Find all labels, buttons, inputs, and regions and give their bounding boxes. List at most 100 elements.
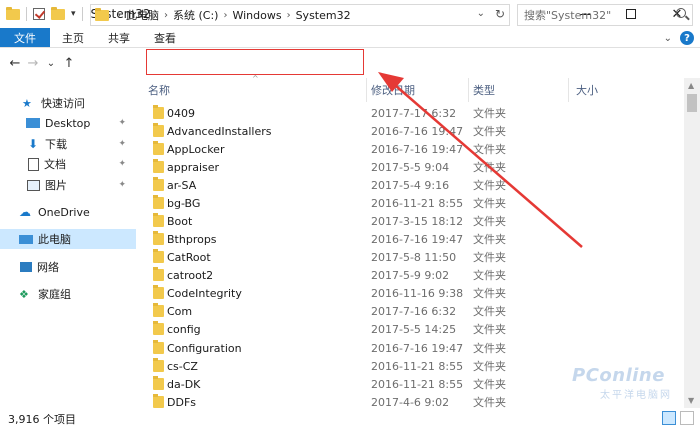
column-header-name[interactable]: 名称	[148, 78, 170, 102]
column-divider[interactable]	[568, 78, 569, 102]
column-header-type[interactable]: 类型	[473, 78, 495, 102]
tab-file[interactable]: 文件	[0, 28, 50, 47]
sidebar-item-downloads[interactable]: ⬇ 下载 ✦	[0, 134, 136, 154]
large-icons-view-button[interactable]	[680, 411, 694, 425]
folder-icon	[153, 267, 164, 281]
sidebar-item-label: Desktop	[45, 116, 91, 130]
table-row[interactable]: Configuration 2016-7-16 19:47 文件夹	[136, 339, 684, 357]
file-name: config	[167, 322, 201, 336]
search-input[interactable]: 搜索"System32"	[517, 4, 693, 26]
cloud-icon: ☁	[19, 205, 31, 219]
file-name: da-DK	[167, 377, 201, 391]
ribbon-tabs: 文件 主页 共享 查看 ⌄ ?	[0, 28, 700, 48]
pin-icon[interactable]: ✦	[118, 139, 126, 149]
network-icon	[20, 262, 32, 272]
breadcrumb-c-drive[interactable]: 系统 (C:)	[168, 7, 223, 23]
view-toggle	[662, 411, 694, 425]
expand-ribbon-icon[interactable]: ⌄	[664, 33, 672, 44]
sidebar-item-quick-access[interactable]: ★ 快速访问	[0, 93, 136, 113]
table-row[interactable]: CatRoot 2017-5-8 11:50 文件夹	[136, 248, 684, 266]
column-header-date[interactable]: 修改日期	[371, 78, 415, 102]
details-view-button[interactable]	[662, 411, 676, 425]
up-button[interactable]: ↑	[60, 56, 78, 71]
annotation-highlight-box	[146, 49, 364, 75]
help-icon[interactable]: ?	[680, 31, 694, 45]
folder-icon	[153, 105, 164, 119]
table-row[interactable]: config 2017-5-5 14:25 文件夹	[136, 320, 684, 338]
file-date: 2016-7-16 19:47	[371, 124, 464, 138]
file-date: 2017-5-8 11:50	[371, 250, 457, 264]
table-row[interactable]: ar-SA 2017-5-4 9:16 文件夹	[136, 176, 684, 194]
file-date: 2017-7-17 6:32	[371, 106, 457, 120]
file-date: 2016-7-16 19:47	[371, 341, 464, 355]
breadcrumb-windows[interactable]: Windows	[227, 9, 286, 22]
sidebar-item-homegroup[interactable]: ❖ 家庭组	[0, 284, 136, 304]
column-divider[interactable]	[468, 78, 469, 102]
address-bar[interactable]: › 此电脑 › 系统 (C:) › Windows › System32 ⌄ ↻	[90, 4, 510, 26]
table-row[interactable]: AdvancedInstallers 2016-7-16 19:47 文件夹	[136, 122, 684, 140]
pin-icon[interactable]: ✦	[118, 159, 126, 169]
file-name: catroot2	[167, 268, 214, 282]
folder-icon	[153, 177, 164, 191]
search-placeholder: 搜索"System32"	[524, 9, 612, 22]
breadcrumb-this-pc[interactable]: 此电脑	[121, 7, 164, 23]
folder-icon	[153, 159, 164, 173]
file-date: 2017-5-9 9:02	[371, 268, 450, 282]
sidebar-item-pictures[interactable]: 图片 ✦	[0, 175, 136, 195]
file-date: 2017-5-5 14:25	[371, 322, 457, 336]
table-row[interactable]: appraiser 2017-5-5 9:04 文件夹	[136, 158, 684, 176]
table-row[interactable]: 0409 2017-7-17 6:32 文件夹	[136, 104, 684, 122]
file-type: 文件夹	[473, 342, 506, 355]
computer-icon	[19, 234, 33, 244]
download-icon: ⬇	[27, 137, 39, 151]
table-row[interactable]: Com 2017-7-16 6:32 文件夹	[136, 302, 684, 320]
recent-locations-button[interactable]: ⌄	[42, 58, 60, 69]
table-row[interactable]: bg-BG 2016-11-21 8:55 文件夹	[136, 194, 684, 212]
address-dropdown-icon[interactable]: ⌄	[477, 8, 485, 19]
table-row[interactable]: CodeIntegrity 2016-11-16 9:38 文件夹	[136, 284, 684, 302]
sidebar-item-onedrive[interactable]: ☁ OneDrive	[0, 202, 136, 222]
scrollbar-thumb[interactable]	[687, 94, 697, 112]
search-icon[interactable]	[676, 8, 686, 18]
forward-button[interactable]: →	[24, 56, 42, 71]
file-type: 文件夹	[473, 323, 506, 336]
sidebar-item-label: 图片	[45, 179, 67, 192]
sidebar-item-documents[interactable]: 文档 ✦	[0, 154, 136, 174]
tab-home[interactable]: 主页	[50, 28, 96, 47]
pin-icon[interactable]: ✦	[118, 180, 126, 190]
scroll-up-icon[interactable]: ▲	[688, 81, 694, 90]
item-count: 3,916 个项目	[8, 412, 76, 426]
file-type: 文件夹	[473, 143, 506, 156]
table-row[interactable]: catroot2 2017-5-9 9:02 文件夹	[136, 266, 684, 284]
new-folder-icon[interactable]	[51, 6, 65, 20]
folder-icon	[153, 376, 164, 390]
folder-icon	[153, 213, 164, 227]
sidebar-item-desktop[interactable]: Desktop ✦	[0, 113, 136, 133]
customize-dropdown-icon[interactable]: ▾	[71, 9, 76, 19]
star-icon: ★	[22, 96, 32, 110]
breadcrumb-system32[interactable]: System32	[291, 9, 356, 22]
tab-share[interactable]: 共享	[96, 28, 142, 47]
sidebar-item-label: OneDrive	[38, 205, 90, 219]
sidebar-item-label: 文档	[44, 158, 66, 171]
desktop-icon	[26, 118, 40, 128]
file-name: 0409	[167, 106, 195, 120]
file-date: 2016-7-16 19:47	[371, 142, 464, 156]
back-button[interactable]: ←	[6, 56, 24, 71]
properties-icon[interactable]	[33, 8, 45, 20]
watermark-subtitle: 太平洋电脑网	[600, 390, 672, 401]
sidebar-item-this-pc[interactable]: 此电脑	[0, 229, 136, 249]
sidebar-item-network[interactable]: 网络	[0, 257, 136, 277]
scroll-down-icon[interactable]: ▼	[688, 396, 694, 405]
column-divider[interactable]	[366, 78, 367, 102]
refresh-icon[interactable]: ↻	[495, 7, 505, 21]
column-header-size[interactable]: 大小	[576, 78, 598, 102]
vertical-scrollbar[interactable]: ▲ ▼	[684, 78, 700, 408]
table-row[interactable]: Bthprops 2016-7-16 19:47 文件夹	[136, 230, 684, 248]
separator	[26, 7, 27, 21]
table-row[interactable]: Boot 2017-3-15 18:12 文件夹	[136, 212, 684, 230]
tab-view[interactable]: 查看	[142, 28, 188, 47]
pin-icon[interactable]: ✦	[118, 118, 126, 128]
table-row[interactable]: AppLocker 2016-7-16 19:47 文件夹	[136, 140, 684, 158]
file-type: 文件夹	[473, 197, 506, 210]
